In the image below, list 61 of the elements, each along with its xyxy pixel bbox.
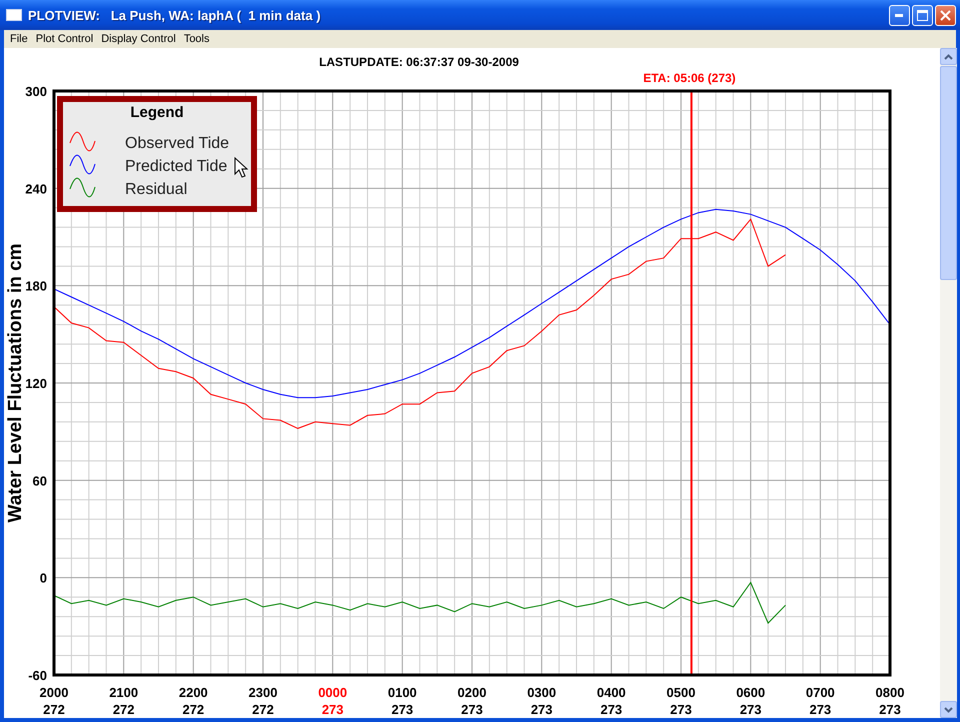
x-tick-label: 2100 [109,685,138,700]
mouse-pointer-icon [234,156,248,178]
x-day-label: 273 [740,702,762,717]
y-tick-label: -60 [28,668,47,683]
menu-item[interactable]: Tools [180,33,214,45]
minimize-icon [895,14,904,16]
x-day-label: 273 [530,702,553,717]
scroll-down-button[interactable] [940,701,957,718]
x-tick-label: 0600 [736,685,766,700]
x-tick-label: 2300 [248,685,278,700]
x-day-label: 273 [879,702,901,717]
legend-label: Observed Tide [125,135,230,152]
y-tick-label: 120 [25,376,47,391]
y-tick-label: 60 [32,473,47,488]
scrollbar-thumb[interactable] [940,66,957,280]
y-tick-label: 240 [25,181,47,196]
wave-icon [70,154,96,174]
window-title: PLOTVIEW: La Push, WA: laphA ( 1 min data ) [28,8,322,22]
last-update: LASTUPDATE: 06:37:37 09-30-2009 [319,55,519,69]
x-tick-label: 0300 [527,685,556,700]
x-day-label: 273 [809,702,832,717]
x-day-label: 273 [600,702,622,717]
x-day-label: 272 [252,702,274,717]
x-tick-label: 0700 [806,685,835,700]
x-tick-label: 2000 [40,685,68,700]
x-day-label: 273 [391,702,414,717]
y-axis-title: Water Level Fluctuations in cm [5,243,26,523]
x-tick-label: 2200 [178,685,208,700]
scroll-up-button[interactable] [940,48,957,65]
x-day-label: 273 [670,702,692,717]
legend-label: Residual [125,181,188,198]
x-tick-label: 0200 [458,685,486,700]
x-tick-label: 0000 [318,685,348,700]
x-day-label: 273 [322,702,344,717]
x-day-label: 272 [112,702,135,717]
x-day-label: 272 [43,702,65,717]
chevron-up-icon [944,54,953,60]
x-day-label: 272 [182,702,204,717]
menu-item[interactable]: File [6,33,32,45]
close-icon [940,10,951,20]
menu-item[interactable]: Display Control [97,33,180,45]
maximize-button[interactable] [912,4,933,26]
menu-item[interactable]: Plot Control [32,33,98,45]
wave-icon [70,132,96,152]
legend-title: Legend [130,104,184,121]
close-button[interactable] [935,4,956,26]
window-icon [6,9,22,21]
wave-icon [70,178,96,198]
x-tick-label: 0500 [666,685,696,700]
eta-label: ETA: 05:06 (273) [643,71,736,85]
minimize-button[interactable] [889,4,910,26]
chevron-down-icon [944,706,953,712]
y-tick-label: 300 [25,84,47,99]
legend-label: Predicted Tide [125,158,228,175]
x-tick-label: 0400 [596,685,626,700]
x-day-label: 273 [461,702,483,717]
y-tick-label: 180 [25,278,47,294]
y-tick-label: 0 [40,570,47,586]
x-tick-label: 0800 [876,685,904,700]
maximize-icon [917,10,928,20]
x-tick-label: 0100 [388,685,417,700]
